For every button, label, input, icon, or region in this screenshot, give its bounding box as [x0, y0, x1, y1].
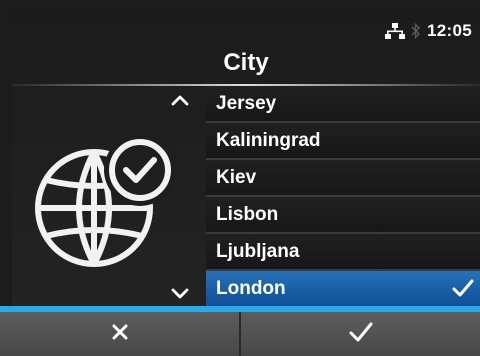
list-item[interactable]: Kiev	[206, 160, 480, 197]
list-item[interactable]: Jersey	[206, 86, 480, 123]
list-item[interactable]: Kaliningrad	[206, 123, 480, 160]
list-item-label: Lisbon	[216, 203, 279, 225]
screen: 12:05 City Jersey Kaliningrad Kiev Lisbo…	[12, 10, 480, 356]
check-icon	[349, 322, 373, 347]
bluetooth-icon	[411, 23, 421, 39]
list-item-label: Kiev	[216, 166, 257, 188]
list-item-label: Kaliningrad	[216, 129, 321, 151]
cancel-button[interactable]	[0, 312, 239, 356]
chevron-up-icon[interactable]	[168, 90, 192, 110]
city-list: Jersey Kaliningrad Kiev Lisbon Ljubljana…	[206, 86, 480, 308]
network-icon	[385, 23, 406, 39]
page-title: City	[223, 49, 269, 76]
list-item-label: London	[216, 277, 286, 299]
chevron-down-icon[interactable]	[168, 283, 192, 303]
close-icon	[111, 323, 129, 346]
clock-time: 12:05	[427, 21, 472, 40]
confirm-button[interactable]	[241, 312, 480, 356]
footer-bar	[0, 306, 480, 356]
list-item[interactable]: Lisbon	[206, 197, 480, 234]
globe-clock-icon	[28, 126, 188, 276]
list-item-label: Ljubljana	[216, 240, 300, 262]
list-item-selected[interactable]: London	[206, 271, 480, 308]
check-icon	[452, 279, 474, 302]
list-item[interactable]: Ljubljana	[206, 234, 480, 271]
list-item-label: Jersey	[216, 92, 277, 114]
